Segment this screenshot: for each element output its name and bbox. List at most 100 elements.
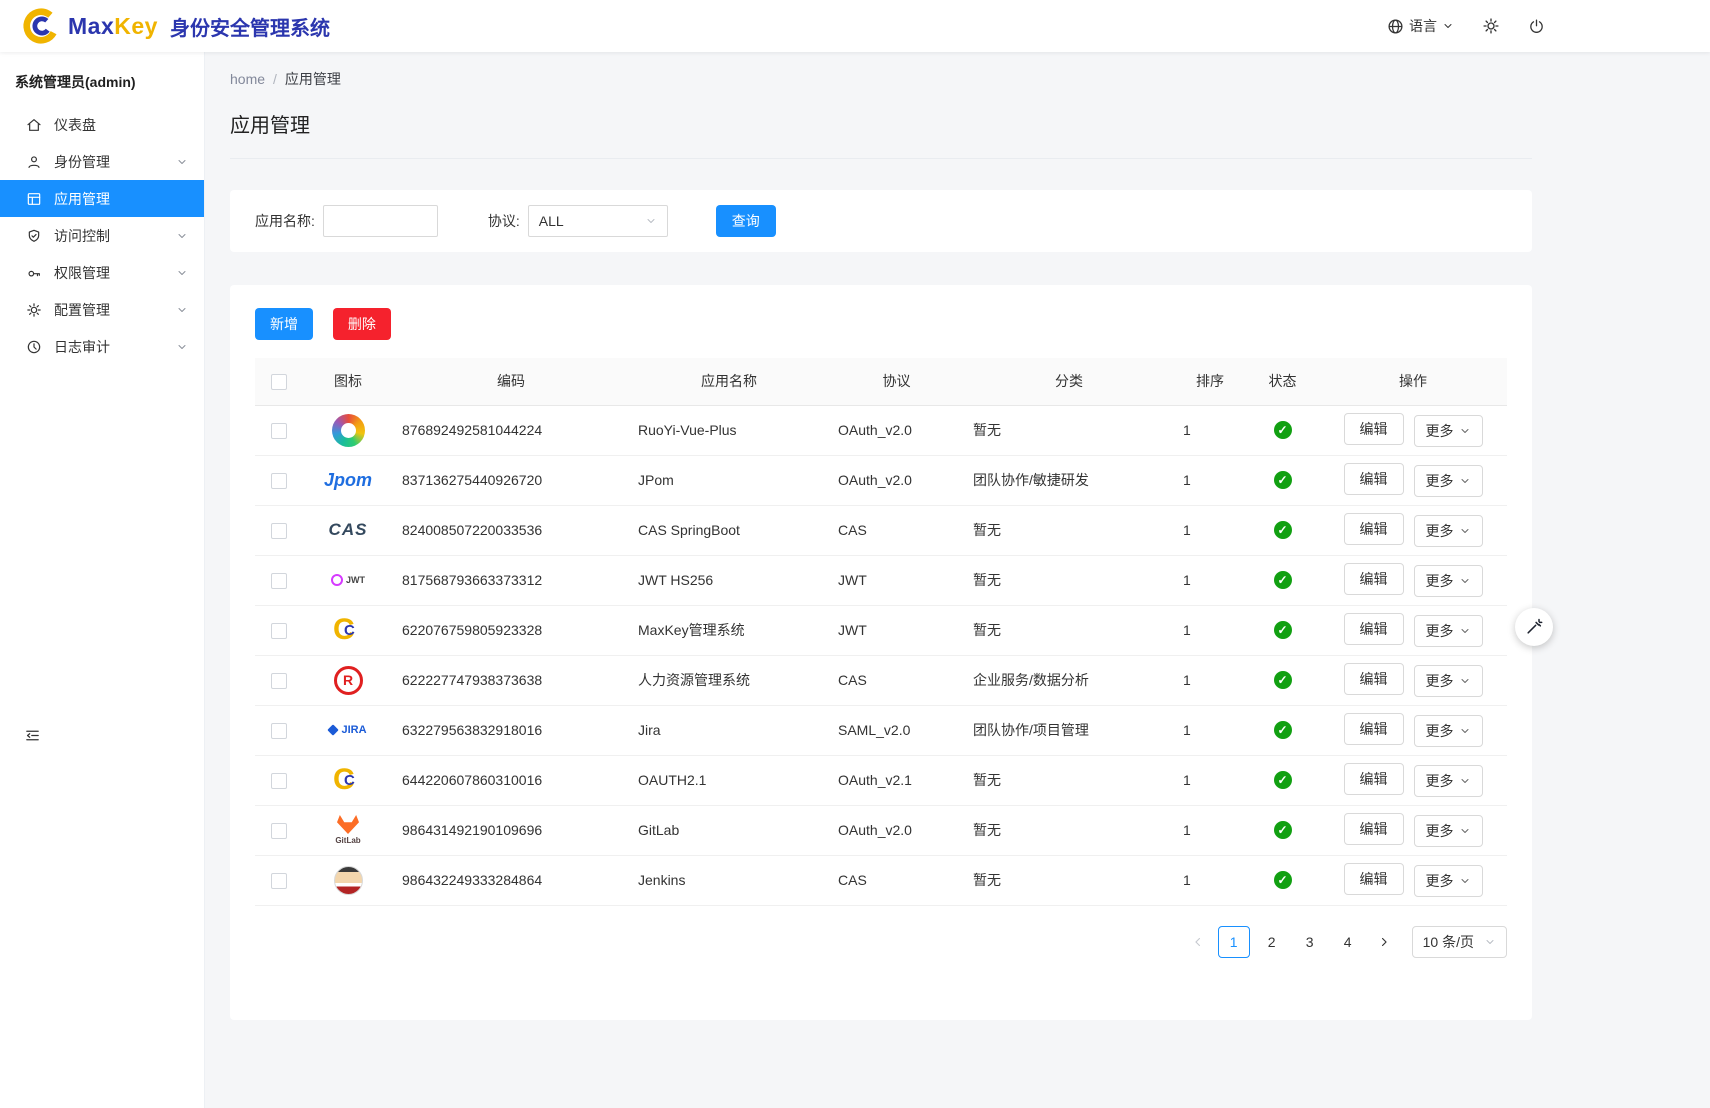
page-button-1[interactable]: 1	[1218, 926, 1250, 958]
protocol-select[interactable]: ALL	[528, 205, 668, 237]
app-sort: 1	[1183, 622, 1191, 638]
edit-button[interactable]: 编辑	[1344, 813, 1404, 845]
edit-button[interactable]: 编辑	[1344, 663, 1404, 695]
edit-button[interactable]: 编辑	[1344, 863, 1404, 895]
chevron-down-icon	[645, 215, 657, 227]
app-category: 团队协作/项目管理	[973, 722, 1089, 738]
column-header: 状态	[1246, 358, 1319, 405]
sidebar-item-apps[interactable]: 应用管理	[0, 180, 204, 217]
theme-tool-button[interactable]	[1515, 608, 1553, 646]
more-button[interactable]: 更多	[1414, 715, 1483, 747]
more-button[interactable]: 更多	[1414, 515, 1483, 547]
row-checkbox[interactable]	[271, 573, 287, 589]
status-active-icon: ✓	[1274, 671, 1292, 689]
more-button[interactable]: 更多	[1414, 615, 1483, 647]
app-protocol: JWT	[838, 572, 867, 588]
breadcrumb-current: 应用管理	[285, 71, 341, 87]
status-active-icon: ✓	[1274, 721, 1292, 739]
app-name: GitLab	[638, 822, 679, 838]
app-sort: 1	[1183, 472, 1191, 488]
table-row: CC644220607860310016OAUTH2.1OAuth_v2.1暂无…	[255, 755, 1507, 805]
status-active-icon: ✓	[1274, 621, 1292, 639]
app-name: Jira	[638, 722, 661, 738]
column-header: 编码	[393, 358, 629, 405]
row-checkbox[interactable]	[271, 823, 287, 839]
sidebar-item-audit[interactable]: 日志审计	[0, 328, 204, 365]
sidebar-item-access[interactable]: 访问控制	[0, 217, 204, 254]
more-button[interactable]: 更多	[1414, 865, 1483, 897]
settings-gear-button[interactable]	[1482, 17, 1500, 35]
sidebar: 系统管理员(admin) 仪表盘身份管理应用管理访问控制权限管理配置管理日志审计	[0, 52, 205, 1108]
chevron-down-icon	[1459, 425, 1471, 437]
more-button[interactable]: 更多	[1414, 415, 1483, 447]
page-button-2[interactable]: 2	[1256, 926, 1288, 958]
row-checkbox[interactable]	[271, 723, 287, 739]
app-name: JWT HS256	[638, 572, 713, 588]
protocol-select-value: ALL	[539, 213, 564, 229]
edit-button[interactable]: 编辑	[1344, 413, 1404, 445]
sidebar-collapse-button[interactable]	[24, 727, 41, 744]
app-sort: 1	[1183, 522, 1191, 538]
sidebar-item-config[interactable]: 配置管理	[0, 291, 204, 328]
row-checkbox[interactable]	[271, 623, 287, 639]
app-name: Jenkins	[638, 872, 685, 888]
status-active-icon: ✓	[1274, 871, 1292, 889]
more-button-label: 更多	[1426, 671, 1454, 691]
app-name: MaxKey管理系统	[638, 622, 745, 638]
row-checkbox[interactable]	[271, 423, 287, 439]
row-checkbox[interactable]	[271, 673, 287, 689]
edit-button[interactable]: 编辑	[1344, 613, 1404, 645]
more-button[interactable]: 更多	[1414, 465, 1483, 497]
more-button[interactable]: 更多	[1414, 815, 1483, 847]
language-selector[interactable]: 语言	[1387, 16, 1454, 36]
more-button[interactable]: 更多	[1414, 665, 1483, 697]
app-code: 622076759805923328	[402, 622, 542, 638]
chevron-down-icon	[1459, 675, 1471, 687]
app-sort: 1	[1183, 872, 1191, 888]
breadcrumb-home-link[interactable]: home	[230, 71, 265, 87]
edit-button[interactable]: 编辑	[1344, 763, 1404, 795]
delete-button[interactable]: 删除	[333, 308, 391, 340]
page-button-3[interactable]: 3	[1294, 926, 1326, 958]
page-size-select[interactable]: 10 条/页	[1412, 926, 1507, 958]
row-checkbox[interactable]	[271, 523, 287, 539]
edit-button[interactable]: 编辑	[1344, 713, 1404, 745]
filter-card: 应用名称: 协议: ALL 查询	[230, 190, 1532, 252]
app-name: JPom	[638, 472, 674, 488]
maxkey-logo-icon	[22, 7, 60, 45]
sidebar-item-label: 访问控制	[54, 226, 110, 246]
app-sort: 1	[1183, 422, 1191, 438]
app-category: 暂无	[973, 522, 1001, 538]
sidebar-item-dashboard[interactable]: 仪表盘	[0, 106, 204, 143]
row-checkbox[interactable]	[271, 773, 287, 789]
more-button[interactable]: 更多	[1414, 565, 1483, 597]
chevron-down-icon	[1459, 875, 1471, 887]
status-active-icon: ✓	[1274, 521, 1292, 539]
edit-button[interactable]: 编辑	[1344, 513, 1404, 545]
app-category: 企业服务/数据分析	[973, 672, 1089, 688]
sidebar-item-label: 日志审计	[54, 337, 110, 357]
sidebar-item-permissions[interactable]: 权限管理	[0, 254, 204, 291]
column-header: 操作	[1319, 358, 1507, 405]
edit-button[interactable]: 编辑	[1344, 563, 1404, 595]
sidebar-item-identity[interactable]: 身份管理	[0, 143, 204, 180]
row-checkbox[interactable]	[271, 873, 287, 889]
search-button[interactable]: 查询	[716, 205, 776, 237]
select-all-checkbox[interactable]	[271, 374, 287, 390]
next-page-button[interactable]	[1370, 926, 1398, 958]
table-row: CC622076759805923328MaxKey管理系统JWT暂无1✓编辑更…	[255, 605, 1507, 655]
app-protocol: OAuth_v2.0	[838, 472, 912, 488]
status-active-icon: ✓	[1274, 471, 1292, 489]
page-size-value: 10 条/页	[1423, 932, 1474, 952]
row-checkbox[interactable]	[271, 473, 287, 489]
logout-button[interactable]	[1528, 18, 1545, 35]
page-button-4[interactable]: 4	[1332, 926, 1364, 958]
maxkey-app-icon: CC	[318, 759, 378, 801]
app-name-input[interactable]	[323, 205, 438, 237]
add-button[interactable]: 新增	[255, 308, 313, 340]
more-button[interactable]: 更多	[1414, 765, 1483, 797]
edit-button[interactable]: 编辑	[1344, 463, 1404, 495]
language-label: 语言	[1409, 16, 1437, 36]
app-protocol: CAS	[838, 872, 867, 888]
prev-page-button[interactable]	[1184, 926, 1212, 958]
